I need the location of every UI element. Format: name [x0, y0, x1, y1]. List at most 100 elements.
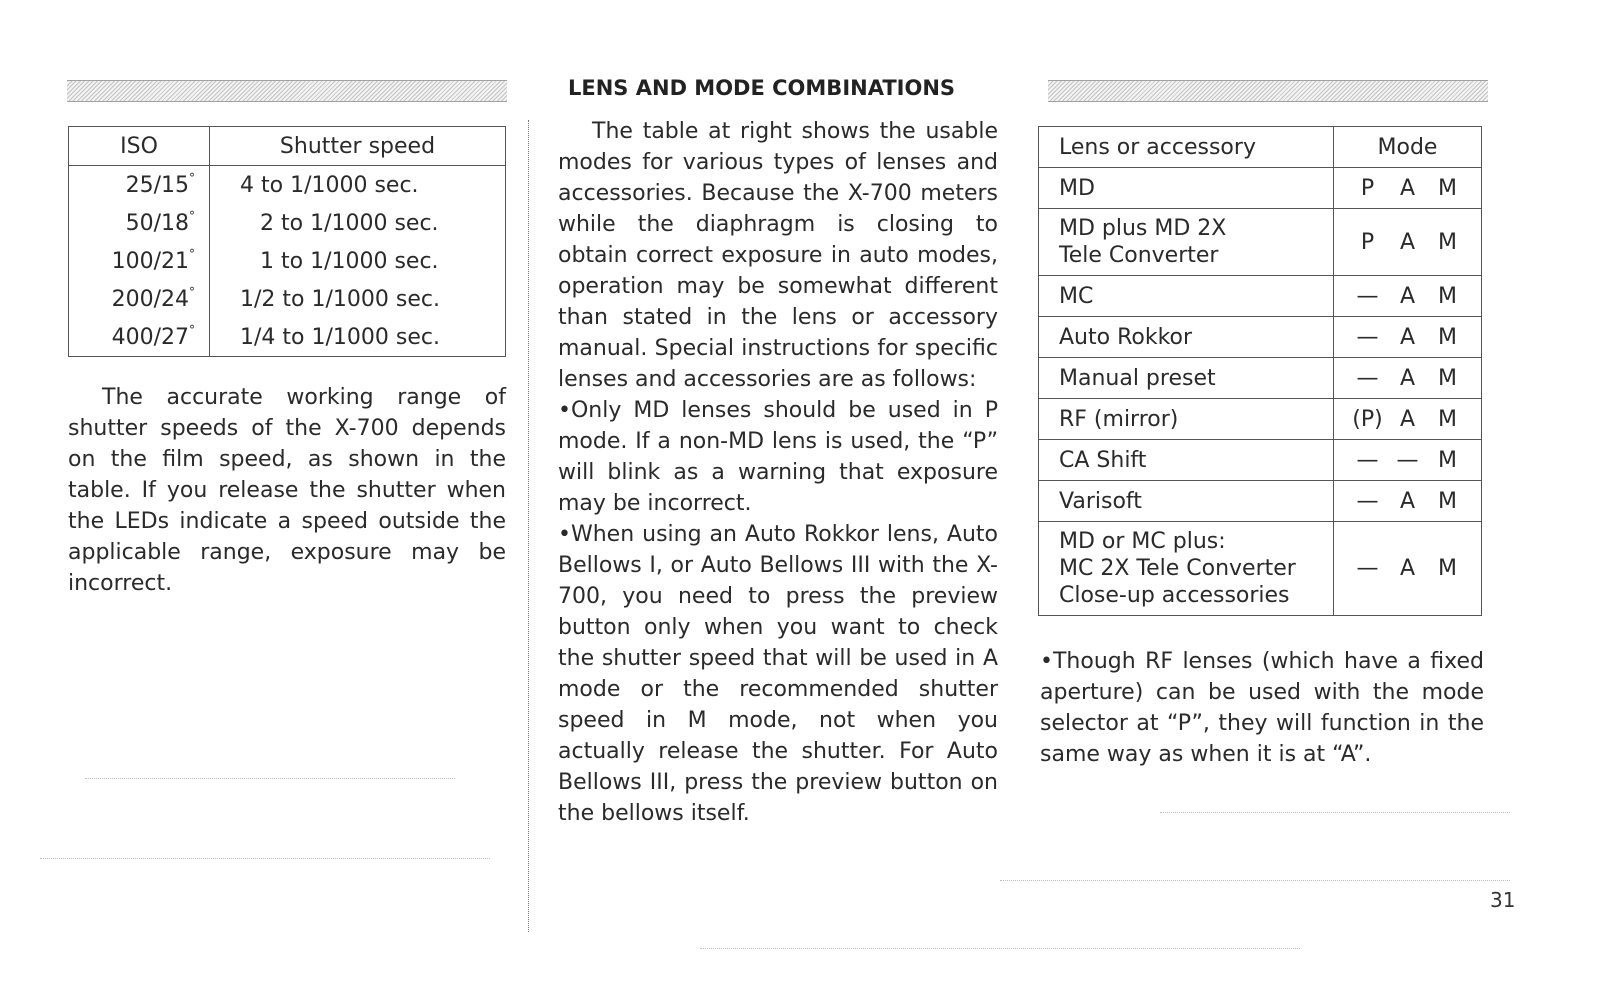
- table-row: 50/18° 2 to 1/1000 sec.: [68, 204, 506, 242]
- lens-mode-table: Lens or accessory Mode MD P A M MD plus MD 2…: [1038, 126, 1482, 616]
- lens-name: CA Shift: [1038, 439, 1334, 481]
- table-row: MC — A M: [1038, 275, 1482, 317]
- shutter-speed-value: 1/2 to 1/1000 sec.: [209, 280, 506, 318]
- bullet-auto-rokkor: When using an Auto Rokkor lens, Auto Bel…: [558, 519, 998, 829]
- header-lens: Lens or accessory: [1038, 126, 1334, 168]
- table-row: Varisoft — A M: [1038, 480, 1482, 522]
- section-header-bar-left: [67, 80, 507, 102]
- header-shutter-speed: Shutter speed: [209, 126, 506, 166]
- iso-shutter-speed-table: ISO Shutter speed 25/15° 4 to 1/1000 sec.…: [68, 126, 506, 357]
- scan-artifact-dots: [1000, 880, 1510, 881]
- mode-m: M: [1438, 447, 1457, 473]
- mode-m: M: [1438, 175, 1457, 201]
- scan-artifact-dots: [1160, 812, 1510, 813]
- mode-a: A: [1399, 406, 1416, 432]
- lens-name-line: MC 2X Tele Converter: [1059, 556, 1296, 581]
- scan-artifact-dots: [85, 778, 455, 779]
- iso-value: 25/15°: [68, 165, 210, 204]
- table-row: MD or MC plus: MC 2X Tele Converter Close-…: [1038, 521, 1482, 616]
- mode-p: P: [1360, 229, 1375, 255]
- mode-p: —: [1356, 556, 1379, 581]
- mode-values: — A M: [1333, 480, 1482, 522]
- lens-name: MD: [1038, 167, 1334, 209]
- mode-a: A: [1399, 324, 1416, 350]
- iso-text: 25/15: [125, 172, 189, 198]
- lens-name-line: Varisoft: [1059, 488, 1142, 514]
- mode-a: A: [1399, 556, 1416, 581]
- mode-a: A: [1399, 283, 1416, 309]
- lens-name: Auto Rokkor: [1038, 316, 1334, 358]
- table-row: 25/15° 4 to 1/1000 sec.: [68, 165, 506, 204]
- lens-name-line: MD: [1059, 175, 1095, 201]
- mode-p: —: [1356, 365, 1379, 391]
- column-divider: [528, 120, 529, 932]
- paragraph-text: The accurate working range of shutter sp…: [68, 385, 506, 596]
- mode-a: A: [1399, 229, 1416, 255]
- lens-name: MC: [1038, 275, 1334, 317]
- mode-values: — A M: [1333, 275, 1482, 317]
- mode-m: M: [1438, 324, 1457, 350]
- lens-name-line: Manual preset: [1059, 365, 1216, 391]
- table-row: 400/27° 1/4 to 1/1000 sec.: [68, 318, 506, 357]
- lens-name-line: Tele Converter: [1059, 243, 1219, 268]
- mode-values: — A M: [1333, 521, 1482, 616]
- mode-a: A: [1399, 365, 1416, 391]
- mode-values: — A M: [1333, 357, 1482, 399]
- mode-p: —: [1356, 283, 1379, 309]
- iso-value: 100/21°: [68, 242, 210, 280]
- iso-text: 50/18: [125, 210, 189, 236]
- lens-name: MD plus MD 2X Tele Converter: [1038, 208, 1334, 276]
- bullet-md-lenses: Only MD lenses should be used in P mode.…: [558, 395, 998, 519]
- header-mode: Mode: [1333, 126, 1482, 168]
- lens-name: MD or MC plus: MC 2X Tele Converter Close-…: [1038, 521, 1334, 616]
- lens-mode-explanation: The table at right shows the usable mode…: [558, 116, 998, 829]
- section-title: LENS AND MODE COMBINATIONS: [568, 76, 956, 100]
- lens-name-line: Close-up accessories: [1059, 583, 1290, 608]
- degree-symbol: °: [189, 170, 195, 185]
- mode-values: — A M: [1333, 316, 1482, 358]
- shutter-speed-value: 1 to 1/1000 sec.: [209, 242, 506, 280]
- iso-text: 200/24: [111, 286, 189, 312]
- page-number: 31: [1490, 888, 1516, 912]
- intro-paragraph: The table at right shows the usable mode…: [558, 119, 998, 392]
- mode-p: —: [1356, 488, 1379, 514]
- mode-m: M: [1438, 406, 1457, 432]
- mode-a: A: [1399, 175, 1416, 201]
- mode-a: —: [1396, 447, 1419, 473]
- mode-values: (P) A M: [1333, 398, 1482, 440]
- degree-symbol: °: [189, 246, 195, 261]
- lens-name-line: Auto Rokkor: [1059, 324, 1193, 350]
- mode-a: A: [1399, 488, 1416, 514]
- lens-name: Varisoft: [1038, 480, 1334, 522]
- degree-symbol: °: [189, 208, 195, 223]
- degree-symbol: °: [189, 284, 195, 299]
- shutter-range-paragraph: The accurate working range of shutter sp…: [68, 382, 506, 599]
- shutter-speed-value: 4 to 1/1000 sec.: [209, 165, 506, 204]
- lens-name-line: CA Shift: [1059, 447, 1147, 473]
- section-header-bar-right: [1048, 80, 1488, 102]
- mode-m: M: [1438, 365, 1457, 391]
- table-row: 200/24° 1/2 to 1/1000 sec.: [68, 280, 506, 318]
- table-row: RF (mirror) (P) A M: [1038, 398, 1482, 440]
- iso-text: 400/27: [111, 324, 189, 350]
- mode-m: M: [1438, 556, 1457, 581]
- mode-values: PAM: [1333, 167, 1482, 209]
- table-row: CA Shift — — M: [1038, 439, 1482, 481]
- iso-value: 50/18°: [68, 204, 210, 242]
- scan-artifact-dots: [40, 858, 490, 859]
- lens-name-line: RF (mirror): [1059, 406, 1179, 432]
- table-header-row: Lens or accessory Mode: [1038, 126, 1482, 168]
- scan-artifact-dots: [700, 948, 1300, 949]
- iso-value: 400/27°: [68, 318, 210, 357]
- mode-values: — — M: [1333, 439, 1482, 481]
- lens-name-line: MD plus MD 2X: [1059, 216, 1227, 241]
- table-row: Auto Rokkor — A M: [1038, 316, 1482, 358]
- iso-text: 100/21: [111, 248, 189, 274]
- mode-p: —: [1356, 324, 1379, 350]
- mode-p: —: [1356, 447, 1379, 473]
- mode-m: M: [1438, 488, 1457, 514]
- mode-p: P: [1360, 175, 1375, 201]
- mode-m: M: [1438, 283, 1457, 309]
- mode-values: PAM: [1333, 208, 1482, 276]
- mode-m: M: [1438, 229, 1457, 255]
